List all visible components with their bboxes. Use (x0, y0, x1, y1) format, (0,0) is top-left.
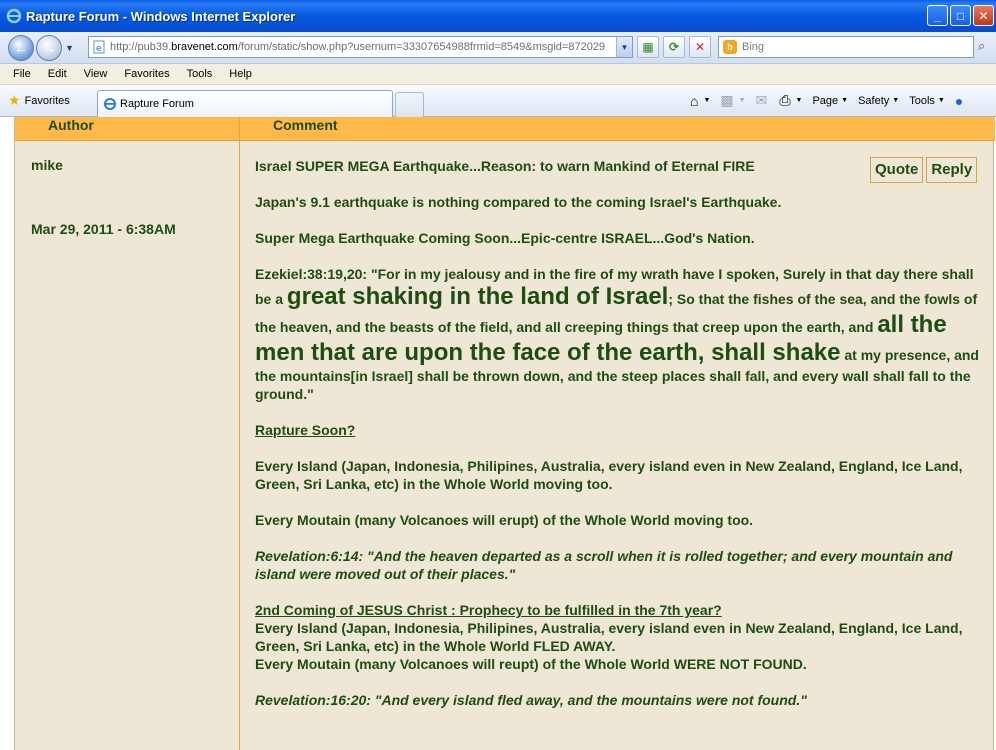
stop-icon[interactable]: ✕ (689, 36, 711, 58)
favorites-label: Favorites (24, 94, 70, 107)
post-date: Mar 29, 2011 - 6:38AM (31, 221, 176, 237)
home-button[interactable]: ⌂ ▼ (690, 93, 710, 109)
post-paragraph: Every Moutain (many Volcanoes will erupt… (255, 512, 754, 528)
section-heading: Rapture Soon? (255, 422, 356, 438)
post-paragraph: Every Island (Japan, Indonesia, Philipin… (255, 458, 963, 492)
post-paragraph: Japan's 9.1 earthquake is nothing compar… (255, 194, 782, 210)
forum-board: Author Comment mike Mar 29, 2011 - 6:38A… (14, 117, 995, 750)
tab-rapture-forum[interactable]: Rapture Forum (97, 90, 393, 117)
post-body: Israel SUPER MEGA Earthquake...Reason: t… (255, 157, 980, 727)
url-prefix: http://pub39. (110, 41, 172, 53)
bing-icon: b (723, 40, 737, 54)
help-icon: ● (954, 92, 964, 109)
post-paragraph: Every Island (Japan, Indonesia, Philipin… (255, 620, 963, 654)
svg-text:e: e (96, 44, 102, 54)
star-icon: ★ (8, 92, 21, 108)
page-icon (103, 97, 117, 111)
post-subject: Israel SUPER MEGA Earthquake...Reason: t… (255, 158, 755, 174)
favorites-button[interactable]: ★ Favorites (8, 92, 70, 109)
emphasis-text: great shaking in the land of Israel (286, 283, 669, 310)
menu-file[interactable]: File (13, 68, 31, 80)
address-input[interactable]: e http://pub39. bravenet.com/forum/static… (88, 36, 633, 58)
post-paragraph: Super Mega Earthquake Coming Soon...Epic… (255, 230, 755, 246)
url-path: /forum/static/show.php?usernum=333076549… (237, 41, 606, 53)
scripture-quote: Revelation:6:14: "And the heaven departe… (255, 548, 953, 582)
column-divider (239, 117, 240, 750)
menu-bar: File Edit View Favorites Tools Help (0, 64, 996, 85)
tools-menu-button[interactable]: Tools ▼ (909, 95, 945, 107)
address-toolbar: ← → ▼ e http://pub39. bravenet.com/forum/… (0, 32, 996, 64)
safety-menu-label: Safety (858, 94, 890, 107)
title-bar: Rapture Forum - Windows Internet Explore… (0, 0, 996, 32)
menu-help[interactable]: Help (229, 68, 252, 80)
new-tab-button[interactable] (395, 92, 424, 117)
feeds-button[interactable]: ▩ ▼ (720, 92, 745, 109)
scripture-quote: Revelation:16:20: "And every island fled… (255, 692, 807, 708)
printer-icon: ⎙ (779, 92, 791, 108)
author-cell: mike Mar 29, 2011 - 6:38AM (31, 157, 176, 237)
author-name: mike (31, 157, 63, 173)
mail-icon: ✉ (755, 92, 768, 108)
menu-tools[interactable]: Tools (187, 68, 213, 80)
print-button[interactable]: ⎙ ▼ (779, 92, 802, 109)
refresh-icon[interactable]: ⟳ (663, 36, 685, 58)
ie-logo-icon (6, 8, 22, 24)
search-icon[interactable]: ⌕ (978, 38, 996, 56)
compatibility-view-icon[interactable]: ▦ (637, 36, 659, 58)
back-icon[interactable]: ← (8, 34, 34, 61)
command-bar: ⌂ ▼ ▩ ▼ ✉ ⎙ ▼ Page ▼ Safety ▼ Tools ▼ ● (690, 92, 975, 109)
post-paragraph-ezekiel: Ezekiel:38:19,20: "For in my jealousy an… (255, 265, 980, 403)
favorites-bar: ★ Favorites Rapture Forum ⌂ ▼ ▩ ▼ ✉ ⎙ ▼ Pag… (0, 85, 996, 117)
minimize-icon[interactable]: _ (927, 5, 948, 26)
tab-label: Rapture Forum (120, 98, 194, 110)
page-icon: e (92, 40, 106, 54)
page-menu-button[interactable]: Page ▼ (812, 95, 848, 107)
section-heading: 2nd Coming of JESUS Christ : Prophecy to… (255, 602, 722, 618)
search-placeholder: Bing (742, 41, 765, 53)
maximize-icon[interactable]: □ (950, 5, 971, 26)
close-icon[interactable]: ✕ (973, 5, 994, 26)
forum-header-row: Author Comment (15, 117, 995, 141)
tools-menu-label: Tools (909, 94, 935, 107)
menu-edit[interactable]: Edit (48, 68, 67, 80)
mail-button[interactable]: ✉ (756, 92, 770, 109)
url-host: bravenet.com (171, 41, 238, 53)
author-column-header: Author (48, 117, 94, 133)
home-icon: ⌂ (690, 92, 699, 109)
comment-column-header: Comment (273, 117, 338, 133)
post-paragraph: Every Moutain (many Volcanoes will reupt… (255, 656, 807, 672)
forward-icon[interactable]: → (36, 34, 62, 61)
history-dropdown-icon[interactable]: ▼ (65, 43, 74, 53)
rss-icon: ▩ (720, 92, 734, 108)
page-content: Author Comment mike Mar 29, 2011 - 6:38A… (0, 117, 996, 750)
menu-favorites[interactable]: Favorites (124, 68, 169, 80)
help-button[interactable]: ● (955, 93, 965, 109)
page-menu-label: Page (812, 94, 839, 107)
search-input[interactable]: b Bing (718, 36, 974, 58)
menu-view[interactable]: View (84, 68, 108, 80)
safety-menu-button[interactable]: Safety ▼ (858, 95, 899, 107)
address-dropdown-icon[interactable]: ▼ (616, 37, 632, 57)
window-title: Rapture Forum - Windows Internet Explore… (26, 8, 296, 24)
